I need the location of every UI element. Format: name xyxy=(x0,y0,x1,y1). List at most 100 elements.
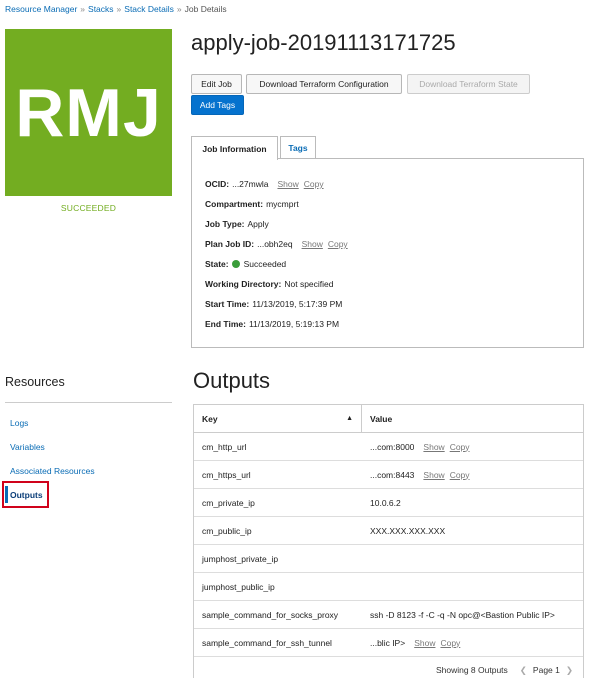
ocid-show-link[interactable]: Show xyxy=(277,179,298,189)
output-key: jumphost_private_ip xyxy=(202,553,279,564)
table-row: cm_https_url ...com:8443 Show Copy xyxy=(194,461,583,489)
breadcrumb-stack-details[interactable]: Stack Details xyxy=(124,4,174,14)
working-directory-label: Working Directory: xyxy=(205,279,282,289)
compartment-label: Compartment: xyxy=(205,199,264,209)
add-tags-button[interactable]: Add Tags xyxy=(191,95,244,115)
output-value: ...blic IP> xyxy=(370,637,406,648)
tab-tags[interactable]: Tags xyxy=(280,136,316,159)
table-body: cm_http_url ...com:8000 Show Copy cm_https_u… xyxy=(194,433,583,657)
output-key: sample_command_for_socks_proxy xyxy=(202,609,339,620)
outputs-heading: Outputs xyxy=(193,368,271,393)
info-plan-job-id: Plan Job ID: ...obh2eq Show Copy xyxy=(205,239,348,249)
table-row: cm_http_url ...com:8000 Show Copy xyxy=(194,433,583,461)
output-show-link[interactable]: Show xyxy=(414,638,435,648)
table-header: Key ▲ Value xyxy=(194,405,583,433)
output-key: sample_command_for_ssh_tunnel xyxy=(202,637,332,648)
job-type-label: Job Type: xyxy=(205,219,245,229)
job-type-value: Apply xyxy=(247,219,269,229)
download-terraform-configuration-button[interactable]: Download Terraform Configuration xyxy=(246,74,402,94)
column-header-value: Value xyxy=(370,413,393,424)
job-information-panel: OCID: ...27mwla Show Copy Compartment: m… xyxy=(191,158,584,348)
download-terraform-state-button: Download Terraform State xyxy=(407,74,530,94)
plan-job-show-link[interactable]: Show xyxy=(302,239,323,249)
page-title: apply-job-20191113171725 xyxy=(191,30,456,55)
plan-job-id-value: ...obh2eq xyxy=(257,239,293,249)
resource-link-associated-resources[interactable]: Associated Resources xyxy=(10,466,95,476)
output-value: ...com:8000 xyxy=(370,441,415,452)
output-key: cm_http_url xyxy=(202,441,247,452)
info-job-type: Job Type: Apply xyxy=(205,219,269,229)
state-value: Succeeded xyxy=(243,259,287,269)
edit-job-button[interactable]: Edit Job xyxy=(191,74,242,94)
info-compartment: Compartment: mycmprt xyxy=(205,199,299,209)
end-time-value: 11/13/2019, 5:19:13 PM xyxy=(248,319,340,329)
output-value-cell: ...com:8443 Show Copy xyxy=(362,470,470,480)
ocid-value: ...27mwla xyxy=(232,179,269,189)
end-time-label: End Time: xyxy=(205,319,246,329)
output-copy-link[interactable]: Copy xyxy=(450,470,470,480)
page-indicator: Page 1 xyxy=(532,665,560,675)
output-copy-link[interactable]: Copy xyxy=(450,442,470,452)
table-row: jumphost_private_ip xyxy=(194,545,583,573)
breadcrumb-separator: » xyxy=(80,4,86,14)
working-directory-value: Not specified xyxy=(284,279,334,289)
output-value: 10.0.6.2 xyxy=(370,497,401,508)
breadcrumb-separator: » xyxy=(116,4,122,14)
output-value-cell: 10.0.6.2 xyxy=(362,498,401,508)
output-show-link[interactable]: Show xyxy=(423,442,444,452)
start-time-label: Start Time: xyxy=(205,299,250,309)
output-key: jumphost_public_ip xyxy=(202,581,275,592)
ocid-copy-link[interactable]: Copy xyxy=(304,179,324,189)
column-header-key-label: Key xyxy=(202,413,218,424)
output-key: cm_private_ip xyxy=(202,497,255,508)
breadcrumb: Resource Manager» Stacks» Stack Details» Jo… xyxy=(5,4,227,14)
resources-divider xyxy=(5,402,172,403)
outputs-count: Showing 8 Outputs xyxy=(435,665,508,675)
table-footer: Showing 8 Outputs ❮ Page 1 ❯ xyxy=(194,657,583,678)
output-value: ssh -D 8123 -f -C -q -N opc@<Bastion Pub… xyxy=(370,609,555,620)
table-row: sample_command_for_ssh_tunnel ...blic IP>… xyxy=(194,629,583,657)
resources-heading: Resources xyxy=(5,375,65,389)
info-state: State: Succeeded xyxy=(205,259,286,269)
plan-job-id-label: Plan Job ID: xyxy=(205,239,255,249)
table-row: cm_private_ip 10.0.6.2 xyxy=(194,489,583,517)
output-copy-link[interactable]: Copy xyxy=(440,638,460,648)
output-value-cell: ...blic IP> Show Copy xyxy=(362,638,460,648)
resource-link-logs[interactable]: Logs xyxy=(10,418,28,428)
ocid-label: OCID: xyxy=(205,179,230,189)
status-dot-icon xyxy=(231,260,240,268)
info-start-time: Start Time: 11/13/2019, 5:17:39 PM xyxy=(205,299,342,309)
plan-job-copy-link[interactable]: Copy xyxy=(328,239,348,249)
job-icon-tile: RMJ xyxy=(5,29,172,196)
start-time-value: 11/13/2019, 5:17:39 PM xyxy=(252,299,343,309)
output-value: ...com:8443 xyxy=(370,469,415,480)
table-row: sample_command_for_socks_proxy ssh -D 812… xyxy=(194,601,583,629)
info-end-time: End Time: 11/13/2019, 5:19:13 PM xyxy=(205,319,339,329)
table-row: cm_public_ip XXX.XXX.XXX.XXX xyxy=(194,517,583,545)
breadcrumb-resource-manager[interactable]: Resource Manager xyxy=(5,4,77,14)
output-key: cm_public_ip xyxy=(202,525,252,536)
output-value: XXX.XXX.XXX.XXX xyxy=(370,525,446,536)
output-key: cm_https_url xyxy=(202,469,251,480)
prev-page-icon[interactable]: ❮ xyxy=(520,665,527,676)
table-row: jumphost_public_ip xyxy=(194,573,583,601)
breadcrumb-stacks[interactable]: Stacks xyxy=(88,4,114,14)
breadcrumb-separator: » xyxy=(176,4,182,14)
sort-ascending-icon[interactable]: ▲ xyxy=(346,415,353,422)
output-value-cell: ...com:8000 Show Copy xyxy=(362,442,470,452)
info-ocid: OCID: ...27mwla Show Copy xyxy=(205,179,324,189)
next-page-icon[interactable]: ❯ xyxy=(566,665,573,676)
resource-link-variables[interactable]: Variables xyxy=(10,442,45,452)
job-initials: RMJ xyxy=(15,74,162,151)
info-working-directory: Working Directory: Not specified xyxy=(205,279,334,289)
highlight-box xyxy=(2,481,49,508)
state-label: State: xyxy=(205,259,229,269)
outputs-table: Key ▲ Value cm_http_url ...com:8000 Show Co… xyxy=(193,404,584,678)
column-header-key[interactable]: Key ▲ xyxy=(194,405,362,432)
breadcrumb-current: Job Details xyxy=(184,4,227,14)
output-value-cell: XXX.XXX.XXX.XXX xyxy=(362,526,445,536)
output-show-link[interactable]: Show xyxy=(423,470,444,480)
compartment-value: mycmprt xyxy=(266,199,299,209)
tab-job-information[interactable]: Job Information xyxy=(191,136,278,160)
job-status-label: SUCCEEDED xyxy=(60,203,117,213)
